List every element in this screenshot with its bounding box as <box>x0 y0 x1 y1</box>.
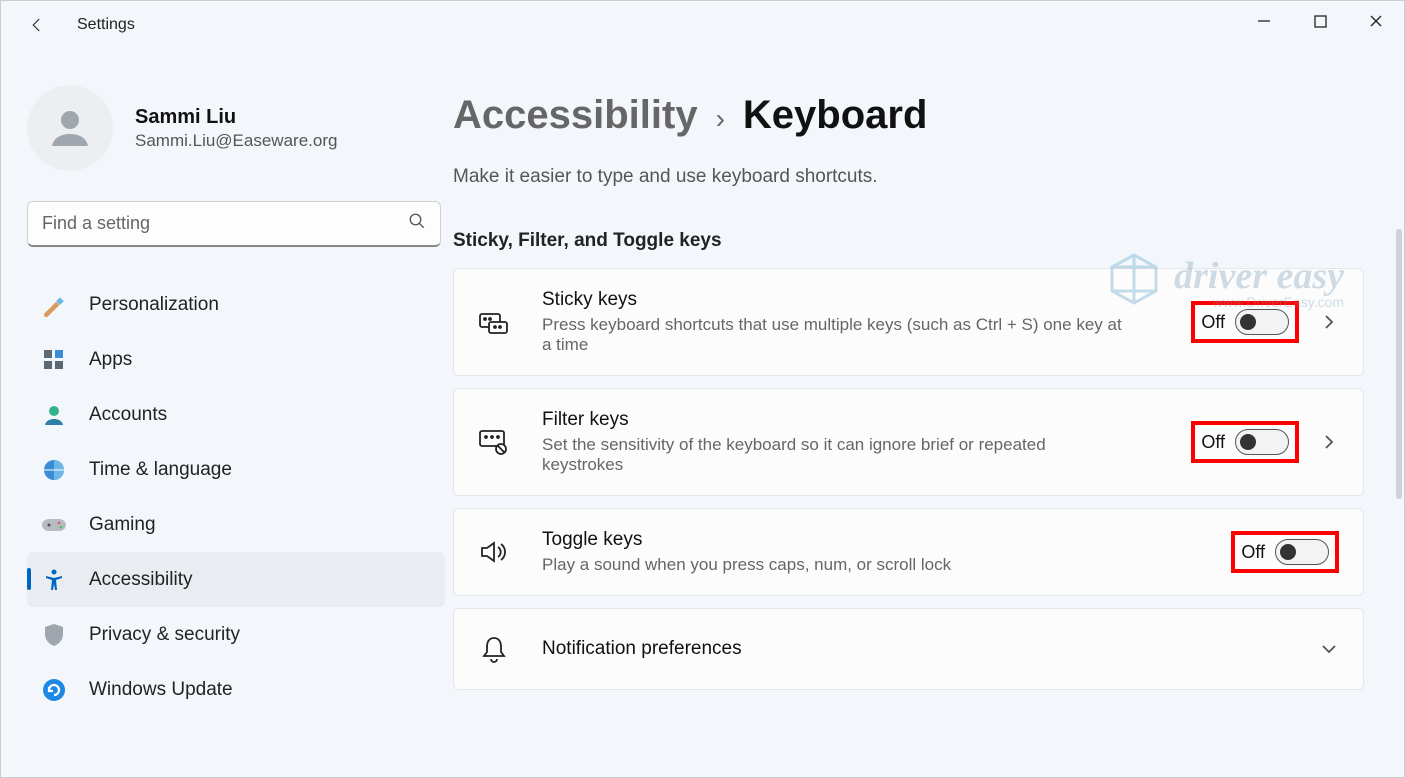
app-title: Settings <box>77 16 135 34</box>
card-sticky-keys[interactable]: Sticky keys Press keyboard shortcuts tha… <box>453 268 1364 376</box>
sidebar: Sammi Liu Sammi.Liu@Easeware.org Persona… <box>1 49 453 777</box>
card-notification-preferences[interactable]: Notification preferences <box>453 608 1364 690</box>
sidebar-item-label: Privacy & security <box>89 624 240 646</box>
sidebar-item-apps[interactable]: Apps <box>27 332 445 387</box>
maximize-button[interactable] <box>1292 1 1348 41</box>
sidebar-item-label: Accessibility <box>89 569 192 591</box>
apps-icon <box>41 347 67 373</box>
card-filter-keys[interactable]: Filter keys Set the sensitivity of the k… <box>453 388 1364 496</box>
window-controls <box>1236 1 1404 41</box>
sidebar-item-accounts[interactable]: Accounts <box>27 387 445 442</box>
expand-chevron[interactable] <box>1319 433 1339 451</box>
card-title: Filter keys <box>542 409 1191 431</box>
profile-name: Sammi Liu <box>135 106 337 129</box>
avatar <box>27 85 113 171</box>
time-language-icon <box>41 457 67 483</box>
card-title: Notification preferences <box>542 638 1299 660</box>
toggle-label: Off <box>1201 432 1225 453</box>
toggle-highlight: Off <box>1191 421 1299 463</box>
sidebar-item-label: Apps <box>89 349 132 371</box>
sidebar-item-label: Accounts <box>89 404 167 426</box>
sidebar-item-label: Time & language <box>89 459 232 481</box>
titlebar: Settings <box>1 1 1404 49</box>
sidebar-item-accessibility[interactable]: Accessibility <box>27 552 445 607</box>
keyboard-filter-icon <box>478 429 510 455</box>
main-panel: Accessibility › Keyboard Make it easier … <box>453 49 1404 777</box>
sidebar-item-label: Windows Update <box>89 679 233 701</box>
minimize-button[interactable] <box>1236 1 1292 41</box>
back-button[interactable] <box>27 15 47 35</box>
personalization-icon <box>41 292 67 318</box>
accessibility-icon <box>41 567 67 593</box>
page-description: Make it easier to type and use keyboard … <box>453 166 1364 188</box>
sidebar-item-label: Personalization <box>89 294 219 316</box>
breadcrumb-parent[interactable]: Accessibility <box>453 93 698 138</box>
filter-keys-toggle[interactable] <box>1235 429 1289 455</box>
search-box[interactable] <box>27 201 441 247</box>
privacy-icon <box>41 622 67 648</box>
toggle-label: Off <box>1241 542 1265 563</box>
search-icon <box>408 212 426 235</box>
sidebar-item-gaming[interactable]: Gaming <box>27 497 445 552</box>
profile-block[interactable]: Sammi Liu Sammi.Liu@Easeware.org <box>27 85 445 171</box>
toggle-label: Off <box>1201 312 1225 333</box>
speaker-icon <box>478 540 510 564</box>
card-subtitle: Set the sensitivity of the keyboard so i… <box>542 435 1122 475</box>
sticky-keys-toggle[interactable] <box>1235 309 1289 335</box>
sidebar-item-personalization[interactable]: Personalization <box>27 277 445 332</box>
bell-icon <box>478 635 510 663</box>
card-title: Toggle keys <box>542 529 1231 551</box>
sidebar-item-windows-update[interactable]: Windows Update <box>27 662 445 717</box>
sidebar-nav: Personalization Apps Accounts Time & lan… <box>27 277 445 717</box>
scrollbar[interactable] <box>1396 229 1402 499</box>
sidebar-item-privacy-security[interactable]: Privacy & security <box>27 607 445 662</box>
gaming-icon <box>41 512 67 538</box>
accounts-icon <box>41 402 67 428</box>
toggle-keys-toggle[interactable] <box>1275 539 1329 565</box>
toggle-highlight: Off <box>1231 531 1339 573</box>
expand-chevron[interactable] <box>1319 313 1339 331</box>
close-button[interactable] <box>1348 1 1404 41</box>
chevron-right-icon: › <box>716 103 725 135</box>
breadcrumb: Accessibility › Keyboard <box>453 93 1364 138</box>
card-toggle-keys[interactable]: Toggle keys Play a sound when you press … <box>453 508 1364 596</box>
card-subtitle: Press keyboard shortcuts that use multip… <box>542 315 1122 355</box>
breadcrumb-current: Keyboard <box>743 93 928 138</box>
search-input[interactable] <box>42 213 408 234</box>
card-subtitle: Play a sound when you press caps, num, o… <box>542 555 1122 575</box>
windows-update-icon <box>41 677 67 703</box>
card-title: Sticky keys <box>542 289 1191 311</box>
expand-chevron-down[interactable] <box>1319 643 1339 655</box>
sidebar-item-time-language[interactable]: Time & language <box>27 442 445 497</box>
toggle-highlight: Off <box>1191 301 1299 343</box>
section-title: Sticky, Filter, and Toggle keys <box>453 230 1364 252</box>
keyboard-icon <box>478 310 510 334</box>
sidebar-item-label: Gaming <box>89 514 156 536</box>
profile-email: Sammi.Liu@Easeware.org <box>135 131 337 151</box>
